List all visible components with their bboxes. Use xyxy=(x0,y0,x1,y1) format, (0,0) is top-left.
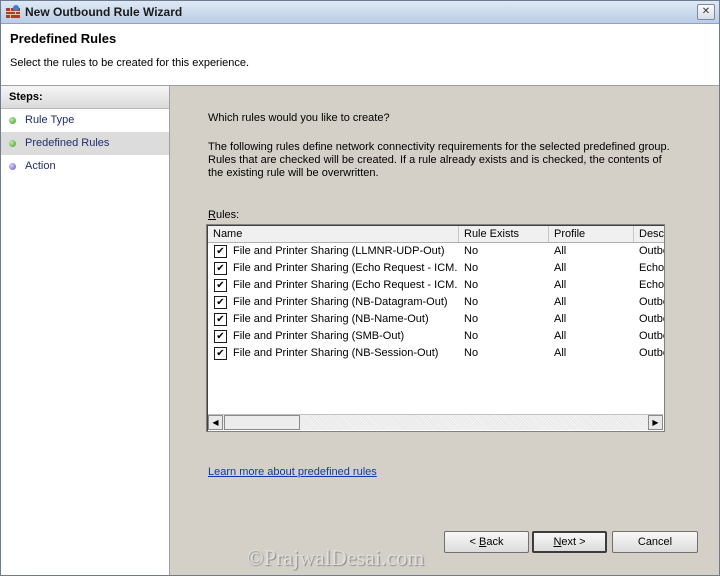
page-title: Predefined Rules xyxy=(10,31,117,46)
wizard-window: New Outbound Rule Wizard ✕ Predefined Ru… xyxy=(0,0,720,576)
close-button[interactable]: ✕ xyxy=(697,4,715,20)
column-header-profile[interactable]: Profile xyxy=(549,226,634,242)
column-header-name[interactable]: Name xyxy=(208,226,459,242)
list-header: Name Rule Exists Profile Desc xyxy=(208,226,664,243)
rule-description-cell: Echo xyxy=(639,279,665,291)
rule-description-cell: Outbo xyxy=(639,245,664,257)
firewall-icon xyxy=(6,5,20,18)
rule-name-cell: File and Printer Sharing (Echo Request -… xyxy=(233,279,458,291)
column-header-rule-exists[interactable]: Rule Exists xyxy=(459,226,549,242)
window-title: New Outbound Rule Wizard xyxy=(25,5,183,19)
rule-description-cell: Outbo xyxy=(639,330,664,342)
table-row[interactable]: ✔ File and Printer Sharing (Echo Request … xyxy=(208,277,664,294)
back-button[interactable]: < Back xyxy=(444,531,529,553)
table-row[interactable]: ✔ File and Printer Sharing (NB-Session-Ou… xyxy=(208,345,664,362)
back-button-prefix: < xyxy=(469,536,479,548)
rule-description-cell: Outbo xyxy=(639,347,664,359)
content-pane: Which rules would you like to create? Th… xyxy=(170,86,719,575)
next-button[interactable]: Next > xyxy=(532,531,607,553)
scroll-left-button[interactable]: ◀ xyxy=(208,415,223,430)
rules-label-accesskey: R xyxy=(208,209,216,221)
rule-checkbox[interactable]: ✔ xyxy=(214,245,227,258)
rule-checkbox[interactable]: ✔ xyxy=(214,313,227,326)
rule-profile-cell: All xyxy=(554,279,567,291)
scrollbar-thumb[interactable] xyxy=(224,415,300,430)
description-text: The following rules define network conne… xyxy=(208,141,670,179)
rule-description-cell: Echo xyxy=(639,262,665,274)
rule-checkbox[interactable]: ✔ xyxy=(214,296,227,309)
close-icon: ✕ xyxy=(701,6,711,17)
step-label: Rule Type xyxy=(25,114,75,126)
rule-name-cell: File and Printer Sharing (LLMNR-UDP-Out) xyxy=(233,245,445,257)
rule-profile-cell: All xyxy=(554,330,567,342)
rule-profile-cell: All xyxy=(554,296,567,308)
table-row[interactable]: ✔ File and Printer Sharing (LLMNR-UDP-Out… xyxy=(208,243,664,260)
rule-exists-cell: No xyxy=(464,262,479,274)
step-label: Predefined Rules xyxy=(25,137,110,149)
step-label: Action xyxy=(25,160,56,172)
rule-exists-cell: No xyxy=(464,347,479,359)
step-pending-icon xyxy=(9,163,16,170)
cancel-button[interactable]: Cancel xyxy=(612,531,698,553)
step-predefined-rules[interactable]: Predefined Rules xyxy=(1,132,169,155)
rule-checkbox[interactable]: ✔ xyxy=(214,262,227,275)
watermark-text: ©PrajwalDesai.com xyxy=(247,545,425,570)
rule-description-cell: Outbo xyxy=(639,296,664,308)
rule-profile-cell: All xyxy=(554,262,567,274)
table-row[interactable]: ✔ File and Printer Sharing (NB-Datagram-O… xyxy=(208,294,664,311)
rule-exists-cell: No xyxy=(464,279,479,291)
rule-profile-cell: All xyxy=(554,347,567,359)
rule-profile-cell: All xyxy=(554,313,567,325)
step-action[interactable]: Action xyxy=(1,155,169,178)
rule-name-cell: File and Printer Sharing (SMB-Out) xyxy=(233,330,405,342)
rule-checkbox[interactable]: ✔ xyxy=(214,330,227,343)
rule-exists-cell: No xyxy=(464,330,479,342)
learn-more-link[interactable]: Learn more about predefined rules xyxy=(208,466,377,478)
page-subtitle: Select the rules to be created for this … xyxy=(10,57,250,69)
rules-label-rest: ules: xyxy=(215,209,240,221)
back-button-rest: ack xyxy=(486,536,504,548)
rule-name-cell: File and Printer Sharing (NB-Session-Out… xyxy=(233,347,439,359)
question-text: Which rules would you like to create? xyxy=(208,112,390,124)
rules-label: Rules: xyxy=(208,209,239,221)
title-bar[interactable]: New Outbound Rule Wizard ✕ xyxy=(1,1,719,24)
table-row[interactable]: ✔ File and Printer Sharing (SMB-Out) No All… xyxy=(208,328,664,345)
rule-exists-cell: No xyxy=(464,245,479,257)
steps-header: Steps: xyxy=(1,86,169,109)
horizontal-scrollbar[interactable]: ◀ ▶ xyxy=(208,414,663,430)
rule-name-cell: File and Printer Sharing (Echo Request -… xyxy=(233,262,458,274)
steps-panel: Steps: Rule Type Predefined Rules Action xyxy=(1,86,170,575)
rule-checkbox[interactable]: ✔ xyxy=(214,347,227,360)
table-row[interactable]: ✔ File and Printer Sharing (NB-Name-Out) N… xyxy=(208,311,664,328)
rule-exists-cell: No xyxy=(464,313,479,325)
rule-exists-cell: No xyxy=(464,296,479,308)
arrow-right-icon: ▶ xyxy=(652,418,659,427)
column-header-description[interactable]: Desc xyxy=(634,226,664,242)
rule-description-cell: Outbo xyxy=(639,313,664,325)
rule-name-cell: File and Printer Sharing (NB-Datagram-Ou… xyxy=(233,296,448,308)
scroll-right-button[interactable]: ▶ xyxy=(648,415,663,430)
table-row[interactable]: ✔ File and Printer Sharing (Echo Request … xyxy=(208,260,664,277)
rule-checkbox[interactable]: ✔ xyxy=(214,279,227,292)
rule-name-cell: File and Printer Sharing (NB-Name-Out) xyxy=(233,313,429,325)
rule-profile-cell: All xyxy=(554,245,567,257)
next-button-rest: ext > xyxy=(561,536,586,548)
page-header: Predefined Rules Select the rules to be … xyxy=(1,24,719,86)
step-complete-icon xyxy=(9,140,16,147)
step-complete-icon xyxy=(9,117,16,124)
arrow-left-icon: ◀ xyxy=(212,418,219,427)
rules-list[interactable]: Name Rule Exists Profile Desc ✔ File and … xyxy=(206,224,665,432)
step-rule-type[interactable]: Rule Type xyxy=(1,109,169,132)
